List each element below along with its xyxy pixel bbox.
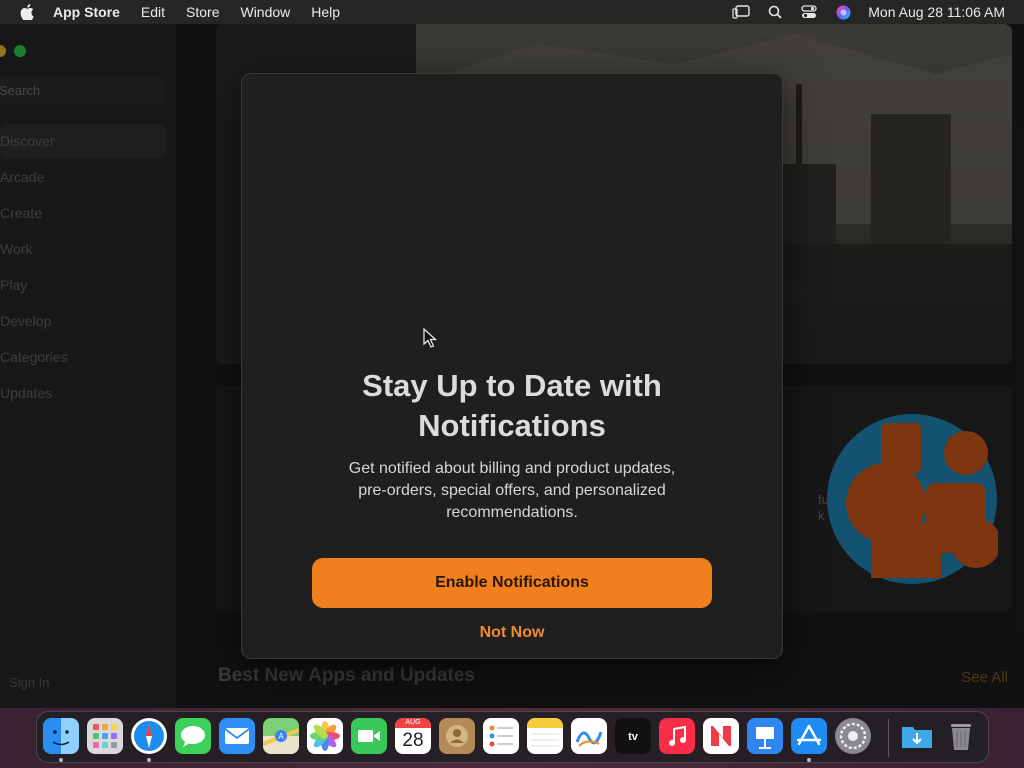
dialog-title-line-2: Notifications [418, 408, 606, 443]
safari-icon[interactable] [131, 718, 167, 754]
app-store-icon[interactable] [791, 718, 827, 754]
freeform-icon[interactable] [571, 718, 607, 754]
menu-bar: App Store Edit Store Window Help Mon Aug… [0, 0, 1024, 24]
app-store-running-indicator [807, 758, 811, 762]
system-settings-icon[interactable] [835, 718, 871, 754]
apple-tv-icon[interactable]: tv [615, 718, 651, 754]
dialog-message-line-2: pre-orders, special offers, and personal… [358, 482, 666, 499]
safari-running-indicator [147, 758, 151, 762]
finder-icon[interactable] [43, 718, 79, 754]
menu-clock[interactable]: Mon Aug 28 11:06 AM [868, 4, 1005, 20]
keynote-icon[interactable] [747, 718, 783, 754]
menu-edit[interactable]: Edit [141, 4, 165, 20]
trash-icon[interactable] [943, 718, 979, 754]
dialog-message-line-1: Get notified about billing and product u… [348, 460, 676, 477]
contacts-icon[interactable] [439, 718, 475, 754]
calendar-day: 28 [402, 730, 424, 751]
menu-help[interactable]: Help [311, 4, 340, 20]
dialog-title: Stay Up to Date with Notifications [242, 366, 782, 446]
apple-menu-icon[interactable] [19, 4, 35, 21]
dialog-message: Get notified about billing and product u… [322, 458, 702, 524]
menu-app-name[interactable]: App Store [53, 4, 120, 20]
menu-window[interactable]: Window [240, 4, 290, 20]
launchpad-icon[interactable] [87, 718, 123, 754]
mouse-cursor-icon [423, 327, 438, 353]
facetime-icon[interactable] [351, 718, 387, 754]
svg-text:A: A [278, 732, 284, 741]
siri-icon[interactable] [834, 4, 852, 20]
maps-icon[interactable]: A [263, 718, 299, 754]
notifications-dialog: Stay Up to Date with Notifications Get n… [241, 73, 783, 659]
music-icon[interactable] [659, 718, 695, 754]
dialog-title-line-1: Stay Up to Date with [362, 368, 662, 403]
mail-icon[interactable] [219, 718, 255, 754]
menu-store[interactable]: Store [186, 4, 219, 20]
control-center-icon[interactable] [800, 4, 818, 20]
downloads-folder-icon[interactable] [899, 718, 935, 754]
dock-separator [888, 719, 889, 757]
calendar-month: AUG [395, 718, 431, 728]
reminders-icon[interactable] [483, 718, 519, 754]
news-icon[interactable] [703, 718, 739, 754]
dock: A AUG 28 tv [36, 711, 989, 763]
messages-icon[interactable] [175, 718, 211, 754]
enable-notifications-button[interactable]: Enable Notifications [312, 558, 712, 608]
notes-icon[interactable] [527, 718, 563, 754]
finder-running-indicator [59, 758, 63, 762]
stage-manager-icon[interactable] [732, 4, 750, 20]
svg-text:tv: tv [628, 731, 639, 743]
calendar-icon[interactable]: AUG 28 [395, 718, 431, 754]
spotlight-search-icon[interactable] [766, 4, 784, 20]
dialog-message-line-3: recommendations. [446, 504, 578, 521]
photos-icon[interactable] [307, 718, 343, 754]
not-now-button[interactable]: Not Now [242, 624, 782, 642]
